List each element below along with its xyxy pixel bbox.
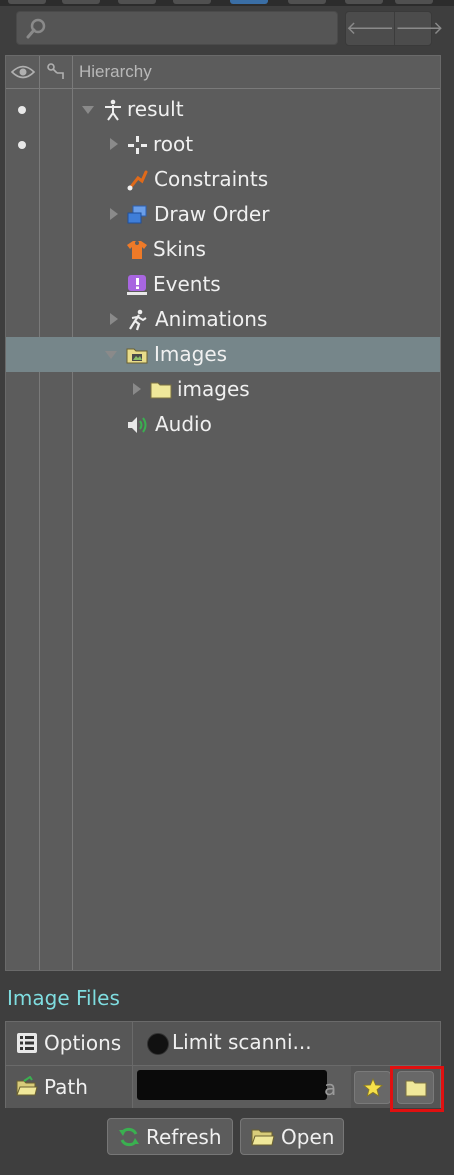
- expand-toggle[interactable]: [82, 106, 94, 114]
- tree-node-label: Skins: [153, 237, 206, 261]
- tree-node-label: Audio: [155, 412, 212, 436]
- images-folder-icon: [126, 348, 148, 364]
- image-files-properties: Options Limit scanni... Path a: [5, 1021, 441, 1108]
- limit-scanning-checkbox[interactable]: [147, 1033, 169, 1055]
- tree-node-label: Events: [153, 272, 221, 296]
- refresh-label: Refresh: [146, 1124, 222, 1149]
- arrow-left-icon: 🡐: [346, 18, 395, 39]
- expand-toggle[interactable]: [105, 351, 117, 359]
- path-row: Path a: [6, 1065, 440, 1108]
- tree-node-label: Draw Order: [154, 202, 270, 226]
- eye-icon[interactable]: [11, 63, 35, 81]
- tree-row-audio[interactable]: Audio: [6, 407, 440, 442]
- toolbar-tab-active[interactable]: [230, 0, 268, 4]
- previous-result-button[interactable]: 🡐: [346, 12, 394, 45]
- tree-node-label: root: [153, 132, 194, 156]
- search-icon: [26, 18, 46, 39]
- toolbar-tab[interactable]: [288, 0, 326, 4]
- search-navigation: 🡐 🡒: [345, 11, 444, 46]
- expand-toggle[interactable]: [110, 313, 118, 325]
- highlight-box: [390, 1066, 444, 1112]
- top-toolbar-strip: [0, 0, 454, 6]
- expand-toggle[interactable]: [133, 383, 141, 395]
- options-row: Options Limit scanni...: [6, 1022, 440, 1065]
- options-label: Options: [44, 1031, 122, 1055]
- bone-key-icon[interactable]: [47, 63, 65, 81]
- tree-header: Hierarchy: [6, 56, 440, 89]
- events-icon: [127, 275, 147, 295]
- path-value-text: a: [324, 1076, 337, 1100]
- tree-node-label: Animations: [155, 307, 268, 331]
- expand-toggle[interactable]: [110, 208, 118, 220]
- arrow-right-icon: 🡒: [395, 18, 444, 39]
- tree-row-result[interactable]: result: [6, 92, 440, 127]
- tree-row-draw-order[interactable]: Draw Order: [6, 197, 440, 232]
- image-files-title: Image Files: [7, 986, 120, 1010]
- tree-node-label: Constraints: [154, 167, 269, 191]
- draw-order-icon: [127, 205, 147, 224]
- star-icon: [362, 1077, 383, 1097]
- bone-icon: [128, 136, 147, 154]
- tree-row-skins[interactable]: Skins: [6, 232, 440, 267]
- refresh-icon: [119, 1127, 139, 1146]
- tree-node-label: result: [127, 97, 184, 121]
- refresh-button[interactable]: Refresh: [107, 1118, 233, 1155]
- open-label: Open: [281, 1124, 335, 1149]
- tree-row-constraints[interactable]: Constraints: [6, 162, 440, 197]
- open-button[interactable]: Open: [240, 1118, 344, 1155]
- search-input[interactable]: [16, 11, 338, 45]
- hierarchy-tree: Hierarchy result root Constraints Draw O…: [5, 55, 441, 971]
- tree-row-root[interactable]: root: [6, 127, 440, 162]
- tree-row-events[interactable]: Events: [6, 267, 440, 302]
- path-label: Path: [44, 1075, 88, 1099]
- next-result-button[interactable]: 🡒: [394, 12, 444, 45]
- path-input[interactable]: a: [133, 1066, 351, 1108]
- toolbar-tab[interactable]: [118, 0, 156, 4]
- animations-icon: [129, 309, 147, 331]
- toolbar-tab[interactable]: [8, 0, 46, 4]
- skins-icon: [127, 241, 147, 259]
- audio-icon: [128, 417, 147, 433]
- options-icon: [17, 1033, 37, 1053]
- toolbar-tab[interactable]: [395, 0, 433, 4]
- tree-row-images[interactable]: Images: [6, 337, 440, 372]
- favorite-button[interactable]: [354, 1071, 391, 1104]
- constraints-icon: [127, 170, 148, 191]
- tree-node-label: Images: [154, 342, 228, 366]
- tree-row-animations[interactable]: Animations: [6, 302, 440, 337]
- folder-icon: [251, 1129, 275, 1145]
- tree-node-label: images: [177, 377, 250, 401]
- folder-icon: [150, 382, 172, 399]
- hierarchy-title: Hierarchy: [79, 62, 152, 81]
- redacted-path-text: [137, 1070, 327, 1100]
- toolbar-tab[interactable]: [62, 0, 100, 4]
- toolbar-tab[interactable]: [345, 0, 383, 4]
- tree-row-images-folder[interactable]: images: [6, 372, 440, 407]
- skeleton-icon: [105, 99, 121, 121]
- toolbar-tab[interactable]: [173, 0, 211, 4]
- expand-toggle[interactable]: [110, 138, 118, 150]
- limit-scanning-label: Limit scanni...: [172, 1030, 312, 1054]
- visibility-dot[interactable]: [18, 141, 26, 149]
- visibility-dot[interactable]: [18, 106, 26, 114]
- open-folder-icon: [16, 1076, 38, 1096]
